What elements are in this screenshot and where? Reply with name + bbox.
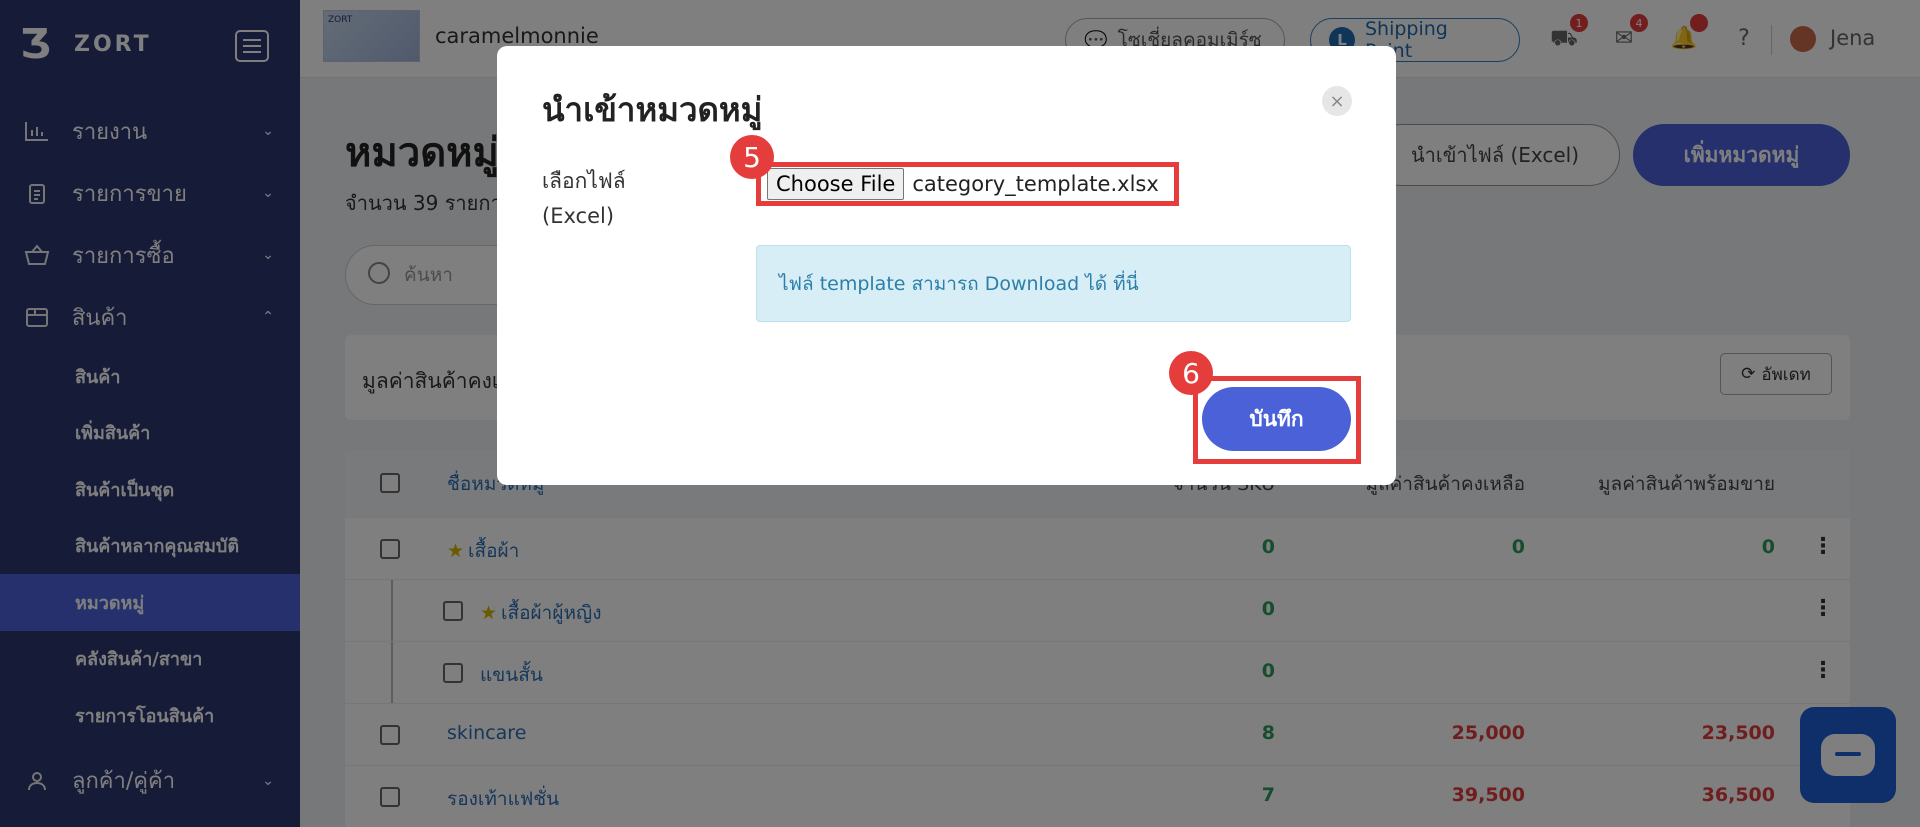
template-download-link[interactable]: ไฟล์ template สามารถ Download ได้ ที่นี่ — [779, 269, 1139, 299]
step-badge: 6 — [1169, 351, 1213, 395]
choose-file-button[interactable]: Choose File — [767, 168, 905, 200]
template-info-alert: ไฟล์ template สามารถ Download ได้ ที่นี่ — [756, 245, 1351, 322]
file-input[interactable]: Choose File category_template.xlsx — [756, 162, 1179, 206]
save-button[interactable]: บันทึก — [1202, 387, 1351, 451]
selected-file-name: category_template.xlsx — [912, 172, 1159, 196]
file-field-label-line1: เลือกไฟล์ — [542, 169, 626, 193]
close-icon[interactable]: × — [1322, 86, 1352, 116]
file-field-label: เลือกไฟล์ (Excel) — [542, 164, 626, 234]
file-field-label-line2: (Excel) — [542, 204, 615, 228]
modal-title: นำเข้าหมวดหมู่ — [542, 90, 763, 129]
step-badge: 5 — [730, 135, 774, 179]
import-category-modal: นำเข้าหมวดหมู่ × เลือกไฟล์ (Excel) Choos… — [497, 46, 1396, 485]
